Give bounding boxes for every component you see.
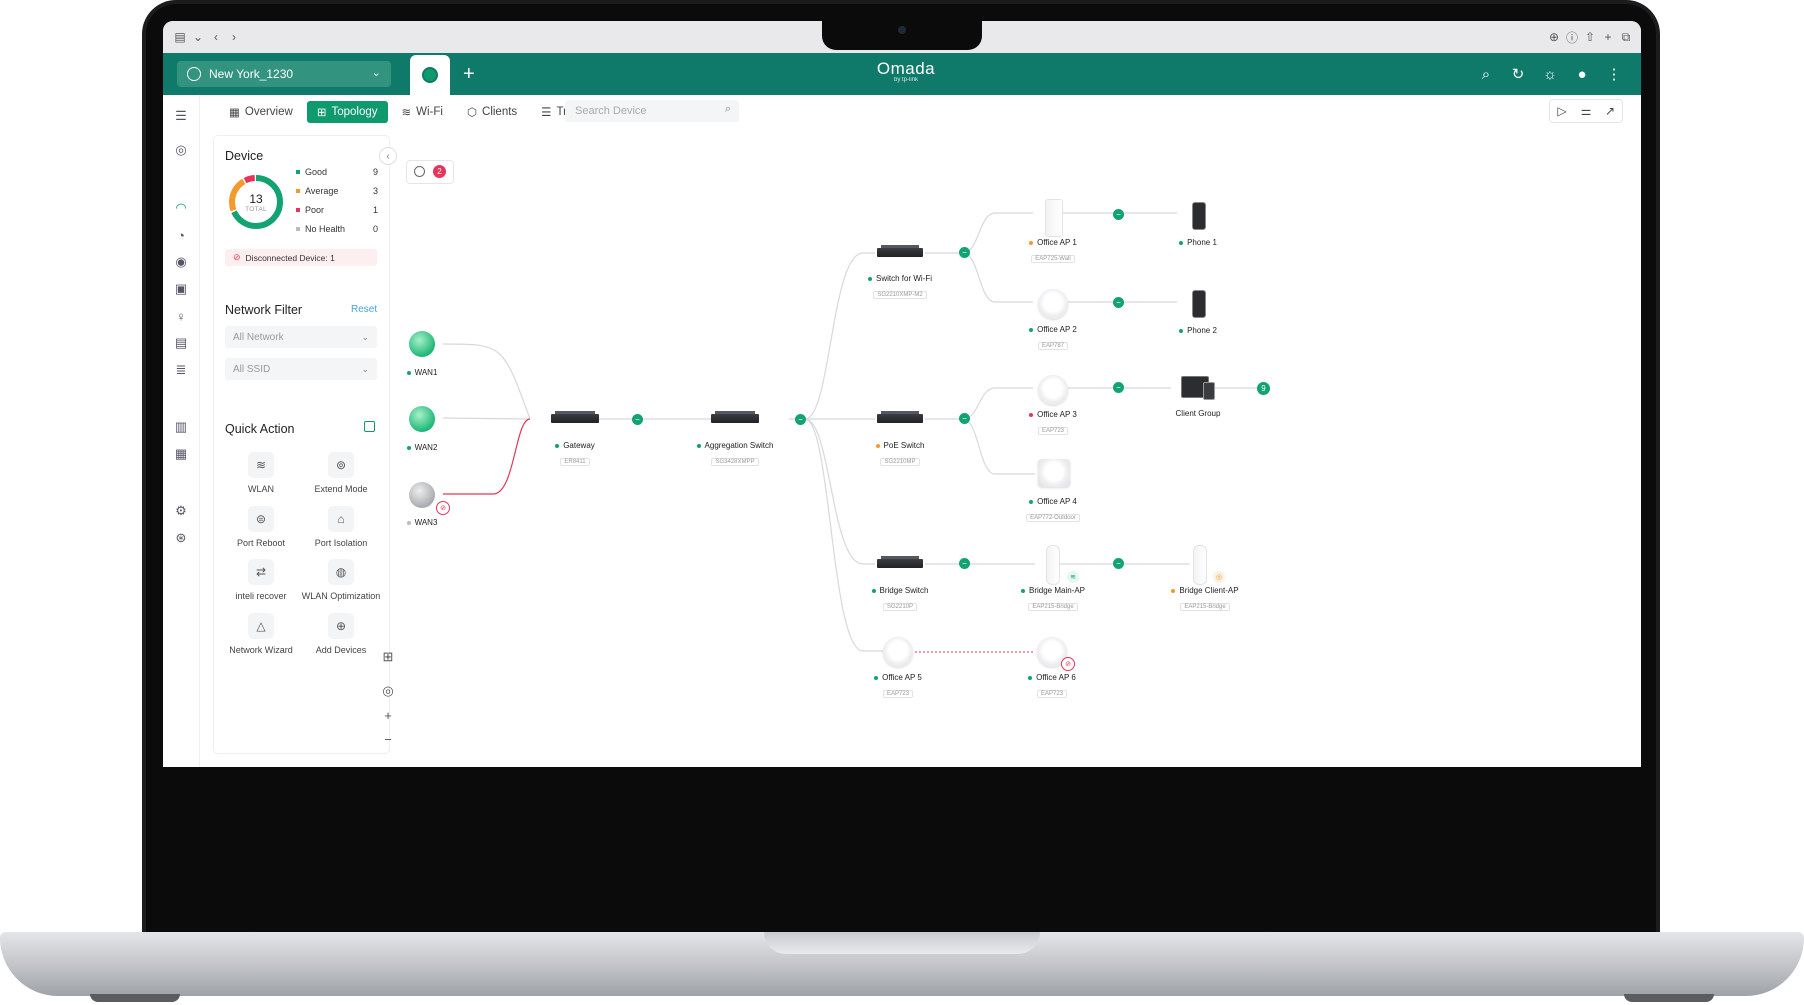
aggregation-model: SG3428XMPP: [711, 458, 759, 466]
office-ap1-device[interactable]: [1045, 199, 1063, 237]
client-group-device[interactable]: [1181, 376, 1215, 400]
screen: ▤ ⌄ ‹ › ⊕ ⓘ ⇧ + ⧉ New York_1230 ⌄ + Omad…: [163, 21, 1641, 883]
office-ap1-label: Office AP 1: [1015, 238, 1091, 247]
switch-for-wifi-device[interactable]: [877, 245, 923, 257]
disconnected-icon: ⊘: [1061, 657, 1075, 671]
wifi-icon: ≋: [1067, 571, 1079, 583]
office-ap4-device[interactable]: [1038, 459, 1070, 487]
phone2-device[interactable]: [1192, 290, 1206, 318]
aggregation-switch-device[interactable]: [711, 411, 759, 423]
office-ap3-label: Office AP 3: [1015, 410, 1091, 419]
phone1-label: Phone 1: [1163, 238, 1233, 247]
wan3-label: WAN3: [399, 518, 445, 527]
bridge-icon: ◎: [1213, 571, 1225, 583]
collapse-node-icon[interactable]: −: [1113, 558, 1124, 569]
wan2-globe[interactable]: [409, 406, 435, 432]
collapse-node-icon[interactable]: −: [959, 413, 970, 424]
collapse-node-icon[interactable]: −: [632, 414, 643, 425]
disconnected-icon: ⊘: [436, 501, 450, 515]
layout-icon[interactable]: ⊞: [378, 647, 398, 667]
wan1-globe[interactable]: [409, 331, 435, 357]
wan1-label: WAN1: [399, 368, 445, 377]
client-count-badge[interactable]: 9: [1257, 382, 1270, 395]
office-ap2-label: Office AP 2: [1015, 325, 1091, 334]
collapse-node-icon[interactable]: −: [795, 414, 806, 425]
bridge-switch-label: Bridge Switch: [855, 586, 945, 595]
collapse-node-icon[interactable]: −: [959, 247, 970, 258]
bridge-client-ap-label: Bridge Client-AP: [1157, 586, 1253, 595]
gateway-label: Gateway: [535, 441, 615, 450]
locate-icon[interactable]: ◎: [378, 681, 398, 701]
poe-switch-label: PoE Switch: [855, 441, 945, 450]
bridge-switch-device[interactable]: [877, 556, 923, 568]
office-ap5-device[interactable]: [883, 637, 913, 667]
office-ap2-device[interactable]: [1038, 289, 1068, 319]
collapse-node-icon[interactable]: −: [1113, 382, 1124, 393]
aggregation-label: Aggregation Switch: [683, 441, 787, 450]
wan2-label: WAN2: [399, 443, 445, 452]
collapse-node-icon[interactable]: −: [1113, 209, 1124, 220]
office-ap4-label: Office AP 4: [1009, 497, 1097, 506]
wan3-globe[interactable]: [409, 482, 435, 508]
collapse-node-icon[interactable]: −: [959, 558, 970, 569]
camera-notch: [822, 18, 982, 50]
bridge-client-ap-device[interactable]: [1193, 545, 1207, 585]
phone1-device[interactable]: [1192, 202, 1206, 230]
zoom-in-icon[interactable]: +: [378, 705, 398, 725]
office-ap5-label: Office AP 5: [860, 673, 936, 682]
gateway-device[interactable]: [551, 411, 599, 423]
office-ap3-device[interactable]: [1038, 375, 1068, 405]
switch-for-wifi-label: Switch for Wi-Fi: [855, 274, 945, 283]
phone2-label: Phone 2: [1163, 326, 1233, 335]
bridge-main-ap-device[interactable]: [1046, 545, 1060, 585]
collapse-node-icon[interactable]: −: [1113, 297, 1124, 308]
office-ap6-label: Office AP 6: [1014, 673, 1090, 682]
client-group-label: Client Group: [1175, 409, 1221, 418]
gateway-model: ER8411: [560, 458, 590, 466]
bridge-main-ap-label: Bridge Main-AP: [1009, 586, 1097, 595]
poe-switch-device[interactable]: [877, 411, 923, 423]
zoom-out-icon[interactable]: −: [378, 729, 398, 749]
